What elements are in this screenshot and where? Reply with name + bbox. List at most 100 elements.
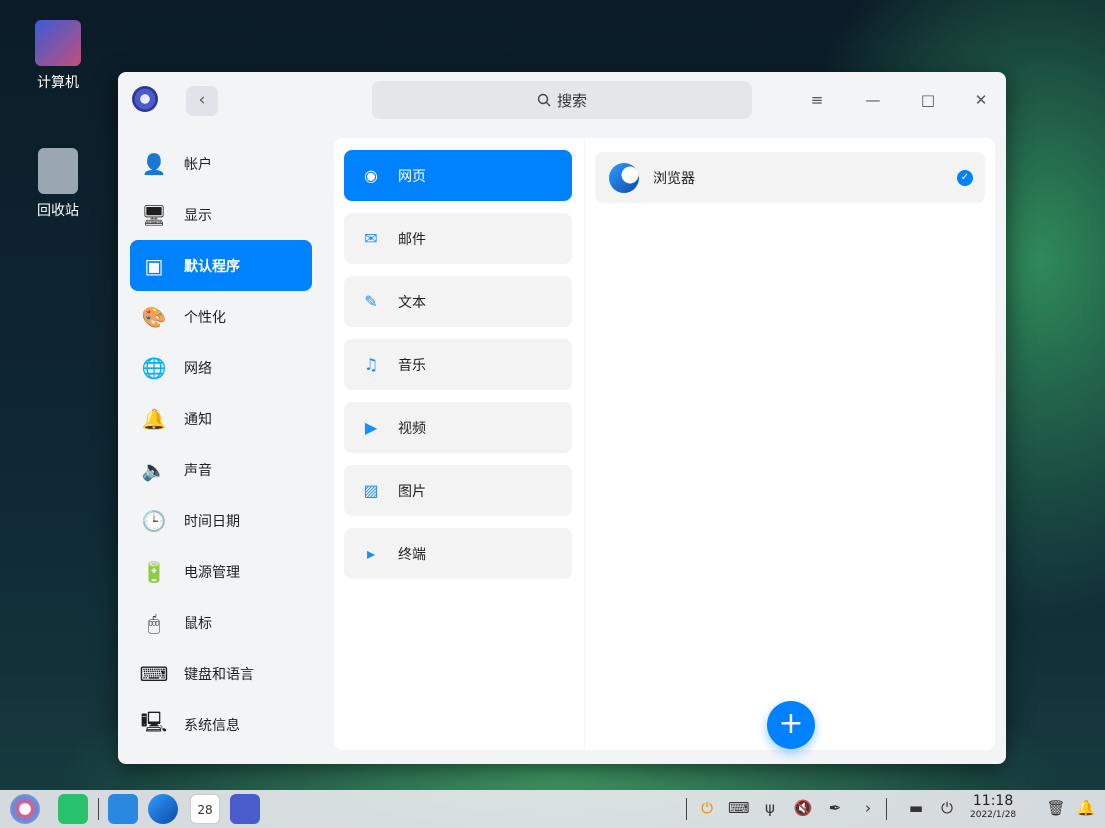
browser-dock-icon[interactable] bbox=[148, 794, 178, 824]
sidebar-item-datetime[interactable]: 🕒 时间日期 bbox=[130, 495, 312, 546]
sidebar-item-label: 显示 bbox=[184, 207, 212, 224]
minimize-button[interactable]: — bbox=[858, 87, 888, 113]
music-icon: ♫ bbox=[363, 355, 379, 374]
category-label: 音乐 bbox=[398, 357, 426, 374]
video-icon: ▶ bbox=[364, 418, 378, 437]
sidebar-item-default-apps[interactable]: ▣ 默认程序 bbox=[130, 240, 312, 291]
maximize-button[interactable]: □ bbox=[913, 87, 943, 113]
back-button[interactable]: ‹ bbox=[186, 86, 218, 116]
power-orange-icon[interactable]: ⏻ bbox=[697, 799, 717, 817]
search-input[interactable]: 搜索 bbox=[372, 81, 752, 119]
clock-icon: 🕒 bbox=[141, 508, 167, 533]
sidebar-item-network[interactable]: 🌐 网络 bbox=[130, 342, 312, 393]
sidebar-item-label: 通知 bbox=[184, 411, 212, 428]
terminal-icon: ▸ bbox=[366, 544, 376, 563]
category-label: 邮件 bbox=[398, 231, 426, 248]
keyboard-icon: ⌨ bbox=[139, 661, 169, 686]
sound-icon: 🔈 bbox=[141, 457, 167, 482]
search-icon bbox=[537, 93, 551, 107]
personalization-icon: 🎨 bbox=[141, 304, 167, 329]
sidebar-item-label: 默认程序 bbox=[184, 258, 240, 275]
desktop-icon-label: 回收站 bbox=[37, 203, 79, 219]
mute-icon[interactable]: 🔇 bbox=[793, 799, 813, 817]
app-store-icon[interactable] bbox=[108, 794, 138, 824]
taskbar: 28 ⏻ ⌨ ψ 🔇 ✒ › ▬ ⏻ 11:18 2022/1/28 🗑 🔔 bbox=[0, 790, 1105, 828]
clock[interactable]: 11:18 2022/1/28 bbox=[970, 794, 1016, 821]
account-icon: 👤 bbox=[141, 151, 167, 176]
sidebar-item-account[interactable]: 👤 帐户 bbox=[130, 138, 312, 189]
launcher-icon[interactable] bbox=[10, 794, 40, 824]
category-terminal[interactable]: ▸ 终端 bbox=[344, 528, 572, 579]
sidebar-item-display[interactable]: 🖥 显示 bbox=[130, 189, 312, 240]
control-center-dock-icon[interactable] bbox=[230, 794, 260, 824]
text-icon: ✎ bbox=[364, 292, 378, 311]
bell-icon[interactable]: 🔔 bbox=[1076, 799, 1096, 817]
sidebar-item-power[interactable]: 🔋 电源管理 bbox=[130, 546, 312, 597]
web-icon: ◉ bbox=[364, 166, 378, 185]
default-apps-icon: ▣ bbox=[144, 253, 164, 278]
selected-check-icon: ✓ bbox=[957, 170, 973, 186]
category-picture[interactable]: ▨ 图片 bbox=[344, 465, 572, 516]
titlebar: ‹ 搜索 ≡ — □ ✕ bbox=[118, 72, 1006, 128]
mouse-icon: 🖱 bbox=[148, 610, 160, 635]
network-icon: 🌐 bbox=[141, 355, 167, 380]
picture-icon: ▨ bbox=[363, 481, 379, 500]
sidebar-item-label: 时间日期 bbox=[184, 513, 240, 530]
clock-time: 11:18 bbox=[972, 793, 1014, 809]
sidebar-item-label: 网络 bbox=[184, 360, 212, 377]
category-video[interactable]: ▶ 视频 bbox=[344, 402, 572, 453]
battery-icon: 🔋 bbox=[141, 559, 167, 584]
sidebar-item-label: 声音 bbox=[184, 462, 212, 479]
mail-icon: ✉ bbox=[364, 229, 378, 248]
desktop-icon-trash[interactable]: 回收站 bbox=[18, 148, 98, 220]
sidebar-item-system-info[interactable]: 🖳 系统信息 bbox=[130, 699, 312, 750]
menu-button[interactable]: ≡ bbox=[802, 87, 832, 113]
category-music[interactable]: ♫ 音乐 bbox=[344, 339, 572, 390]
category-text[interactable]: ✎ 文本 bbox=[344, 276, 572, 327]
keyboard-tray-icon[interactable]: ⌨ bbox=[728, 799, 750, 817]
sidebar-item-label: 键盘和语言 bbox=[184, 666, 254, 683]
sidebar-item-mouse[interactable]: 🖱 鼠标 bbox=[130, 597, 312, 648]
close-button[interactable]: ✕ bbox=[966, 87, 996, 113]
category-web[interactable]: ◉ 网页 bbox=[344, 150, 572, 201]
app-label: 浏览器 bbox=[653, 170, 695, 187]
sidebar: 👤 帐户 🖥 显示 ▣ 默认程序 🎨 个性化 🌐 网络 🔔 通知 🔈 声音 🕒 时间日期 🔋 电源… bbox=[130, 138, 312, 750]
dock-separator bbox=[98, 798, 99, 820]
sidebar-item-label: 系统信息 bbox=[184, 717, 240, 734]
app-list-panel: 浏览器 ✓ + bbox=[585, 138, 995, 750]
category-label: 终端 bbox=[398, 546, 426, 563]
sidebar-item-label: 鼠标 bbox=[184, 615, 212, 632]
pen-icon[interactable]: ✒ bbox=[825, 799, 845, 817]
sidebar-item-label: 帐户 bbox=[184, 156, 212, 173]
category-mail[interactable]: ✉ 邮件 bbox=[344, 213, 572, 264]
sidebar-item-sound[interactable]: 🔈 声音 bbox=[130, 444, 312, 495]
browser-icon bbox=[609, 162, 639, 193]
sidebar-item-notification[interactable]: 🔔 通知 bbox=[130, 393, 312, 444]
system-info-icon: 🖳 bbox=[140, 709, 168, 734]
control-center-window: ‹ 搜索 ≡ — □ ✕ 👤 帐户 🖥 显示 ▣ 默认程序 🎨 个性化 🌐 网络 🔔 通知 … bbox=[118, 72, 1006, 764]
trash-tray-icon[interactable]: 🗑 bbox=[1046, 799, 1066, 817]
desktop-icon-label: 计算机 bbox=[37, 75, 79, 91]
add-app-button[interactable]: + bbox=[767, 701, 815, 749]
trash-icon bbox=[38, 148, 78, 194]
category-label: 文本 bbox=[398, 294, 426, 311]
sidebar-item-keyboard[interactable]: ⌨ 键盘和语言 bbox=[130, 648, 312, 699]
calendar-icon[interactable]: 28 bbox=[190, 794, 220, 824]
category-label: 图片 bbox=[398, 483, 426, 500]
shutdown-icon[interactable]: ⏻ bbox=[937, 799, 957, 817]
search-placeholder: 搜索 bbox=[556, 91, 587, 110]
usb-icon[interactable]: ψ bbox=[760, 799, 780, 817]
sidebar-item-personalization[interactable]: 🎨 个性化 bbox=[130, 291, 312, 342]
desktop-icon-computer[interactable]: 计算机 bbox=[18, 20, 98, 92]
chevron-right-icon[interactable]: › bbox=[858, 799, 878, 817]
clock-date: 2022/1/28 bbox=[970, 810, 1017, 820]
app-row-browser[interactable]: 浏览器 ✓ bbox=[595, 152, 985, 203]
notification-icon: 🔔 bbox=[141, 406, 167, 431]
category-label: 视频 bbox=[398, 420, 426, 437]
control-center-logo-icon bbox=[132, 86, 158, 112]
category-panel: ◉ 网页 ✉ 邮件 ✎ 文本 ♫ 音乐 ▶ 视频 ▨ 图片 ▸ 终端 bbox=[334, 138, 584, 750]
keyboard-layout-icon[interactable]: ▬ bbox=[906, 799, 926, 817]
sidebar-item-label: 电源管理 bbox=[184, 564, 240, 581]
tray-separator bbox=[886, 798, 887, 820]
file-manager-icon[interactable] bbox=[58, 794, 88, 824]
